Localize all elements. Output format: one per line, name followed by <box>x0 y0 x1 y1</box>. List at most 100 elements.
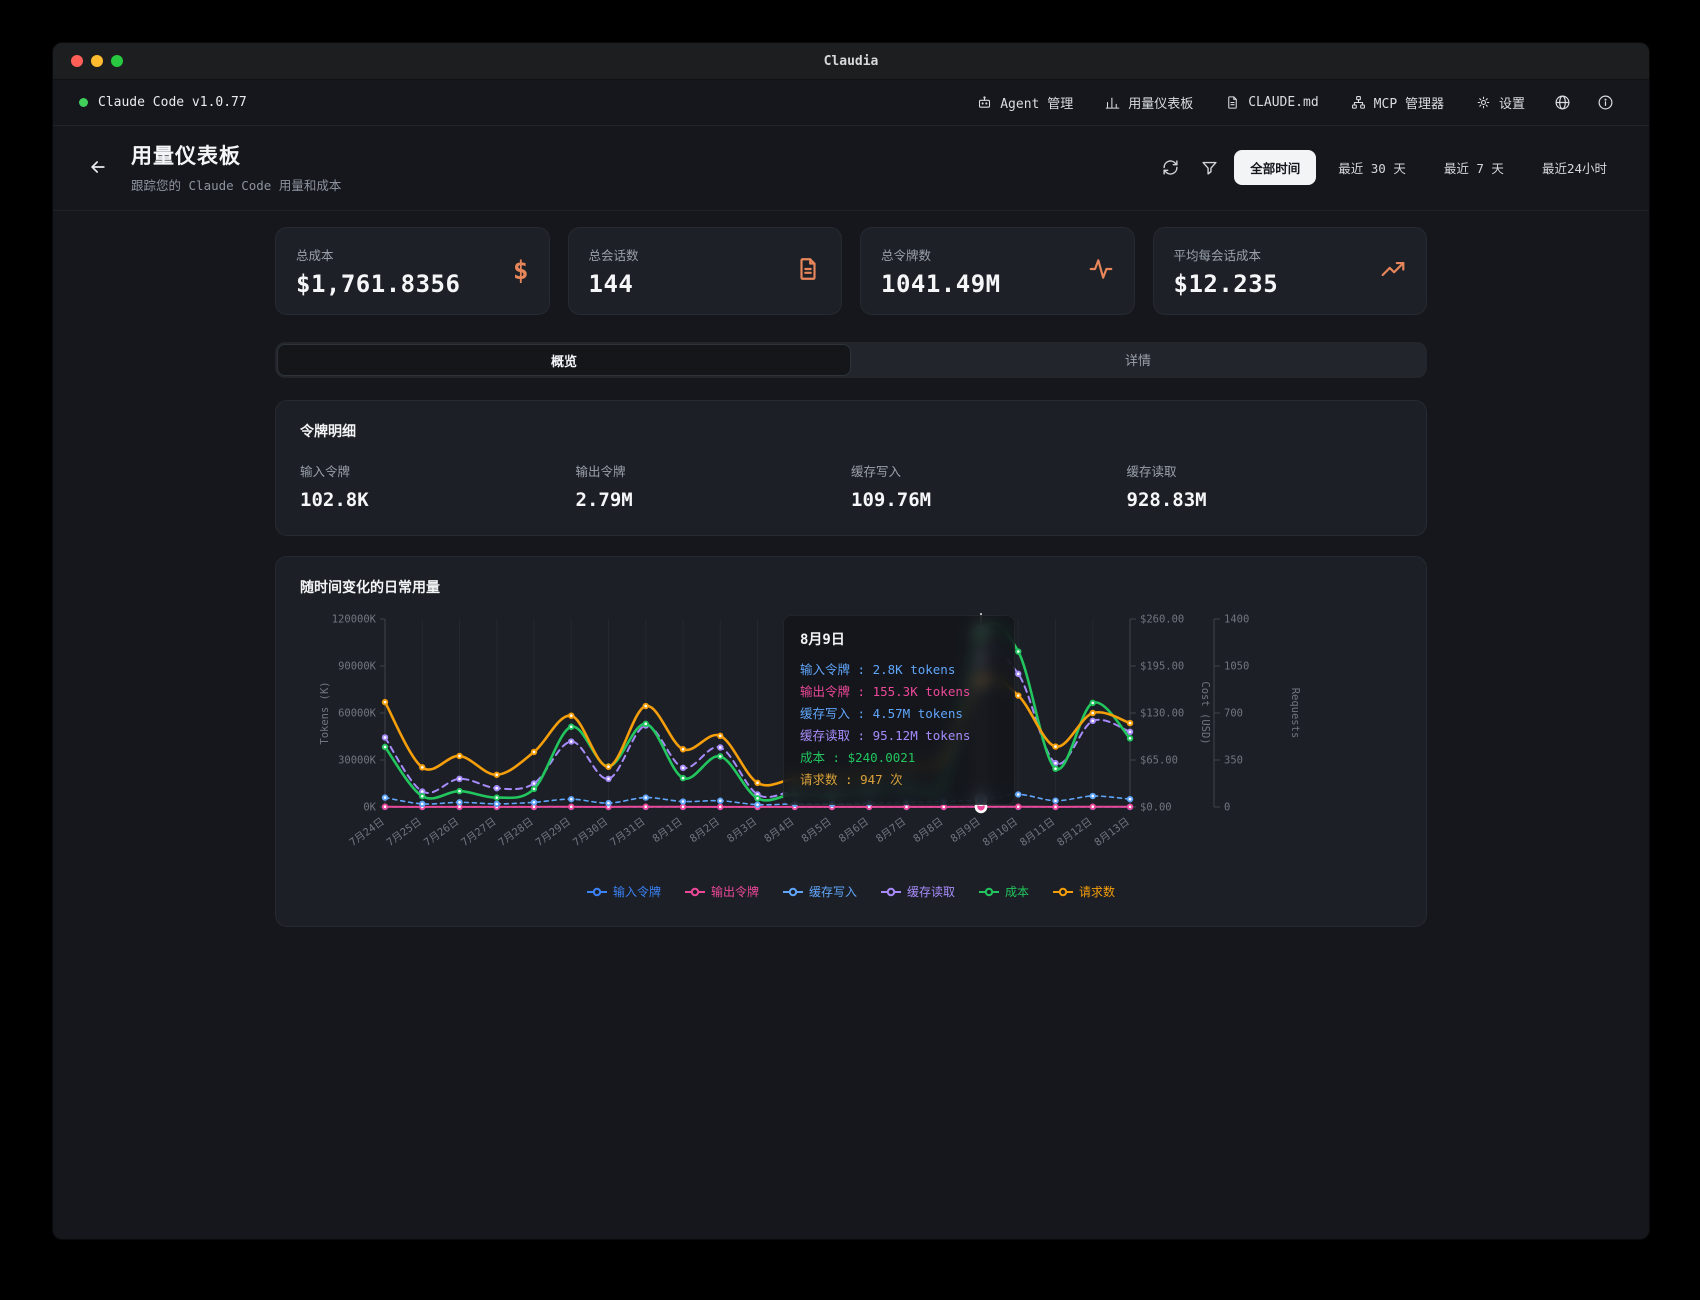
svg-text:7月27日: 7月27日 <box>459 816 498 849</box>
token-label: 缓存读取 <box>1127 461 1403 480</box>
stat-label: 平均每会话成本 <box>1174 245 1279 264</box>
token-value: 2.79M <box>576 489 852 511</box>
dollar-icon: $ <box>513 256 529 286</box>
time-range-2[interactable]: 最近 7 天 <box>1428 150 1520 185</box>
legend-item-成本[interactable]: 成本 <box>979 883 1029 900</box>
legend-label: 输入令牌 <box>613 883 661 900</box>
svg-text:7月25日: 7月25日 <box>385 816 424 849</box>
stat-value: 144 <box>589 270 639 298</box>
view-tabs: 概览详情 <box>275 342 1427 378</box>
svg-text:$65.00: $65.00 <box>1140 755 1178 767</box>
stat-icon <box>1380 256 1406 286</box>
info-button[interactable] <box>1588 87 1623 118</box>
stat-value: 1041.49M <box>881 270 1001 298</box>
token-breakdown-item: 输出令牌 2.79M <box>576 461 852 511</box>
nav-item-usage[interactable]: 用量仪表板 <box>1093 86 1205 119</box>
refresh-button[interactable] <box>1156 153 1185 182</box>
svg-text:$130.00: $130.00 <box>1140 708 1184 720</box>
svg-text:8月4日: 8月4日 <box>762 816 796 845</box>
time-range-0[interactable]: 全部时间 <box>1234 150 1316 185</box>
nodes-icon <box>1351 95 1366 110</box>
tooltip-row: 请求数 : 947 次 <box>800 769 998 791</box>
tab-overview[interactable]: 概览 <box>277 344 851 376</box>
main-content: 总成本 $1,761.8356 $ 总会话数 144 总令牌数 1041.49M… <box>275 227 1427 927</box>
legend-label: 成本 <box>1005 883 1029 900</box>
legend-marker-icon <box>881 887 901 897</box>
svg-text:8月1日: 8月1日 <box>650 816 684 845</box>
stat-label: 总令牌数 <box>881 245 1001 264</box>
token-value: 109.76M <box>851 489 1127 511</box>
stat-card-2: 总令牌数 1041.49M <box>860 227 1135 315</box>
token-value: 928.83M <box>1127 489 1403 511</box>
legend-label: 输出令牌 <box>711 883 759 900</box>
chart-legend: 输入令牌 输出令牌 缓存写入 缓存读取 成本 请求数 <box>300 883 1402 900</box>
nav-item-claude-md[interactable]: CLAUDE.md <box>1213 88 1330 117</box>
legend-marker-icon <box>685 887 705 897</box>
stat-value: $1,761.8356 <box>296 270 460 298</box>
nav-item-label: 设置 <box>1499 93 1525 112</box>
token-breakdown-item: 缓存写入 109.76M <box>851 461 1127 511</box>
svg-text:8月2日: 8月2日 <box>688 816 722 845</box>
nav-item-agents[interactable]: Agent 管理 <box>965 86 1085 119</box>
time-range-1[interactable]: 最近 30 天 <box>1322 150 1422 185</box>
svg-text:Tokens (K): Tokens (K) <box>319 681 331 744</box>
legend-marker-icon <box>587 887 607 897</box>
svg-text:7月24日: 7月24日 <box>347 816 386 849</box>
svg-text:8月11日: 8月11日 <box>1018 816 1057 849</box>
tooltip-row: 输出令牌 : 155.3K tokens <box>800 681 998 703</box>
svg-text:7月28日: 7月28日 <box>496 816 535 849</box>
stat-text: 总成本 $1,761.8356 <box>296 245 460 298</box>
svg-text:120000K: 120000K <box>332 614 377 626</box>
daily-usage-panel: 随时间变化的日常用量 120000K90000K60000K30000K0KTo… <box>275 556 1427 927</box>
nav-item-settings[interactable]: 设置 <box>1464 86 1537 119</box>
refresh-icon <box>1162 159 1179 176</box>
tooltip-row: 缓存写入 : 4.57M tokens <box>800 703 998 725</box>
stat-value: $12.235 <box>1174 270 1279 298</box>
legend-item-请求数[interactable]: 请求数 <box>1053 883 1115 900</box>
time-range-3[interactable]: 最近24小时 <box>1526 150 1623 185</box>
tooltip-row: 输入令牌 : 2.8K tokens <box>800 659 998 681</box>
nav-item-label: CLAUDE.md <box>1248 95 1318 110</box>
svg-text:8月8日: 8月8日 <box>911 816 945 845</box>
svg-text:60000K: 60000K <box>338 708 377 720</box>
svg-text:8月12日: 8月12日 <box>1055 816 1094 849</box>
svg-text:1400: 1400 <box>1224 614 1249 626</box>
svg-text:7月31日: 7月31日 <box>608 816 647 849</box>
bar-chart-icon <box>1105 95 1120 110</box>
app-version-badge: Claude Code v1.0.77 <box>79 95 247 110</box>
language-button[interactable] <box>1545 87 1580 118</box>
tab-details[interactable]: 详情 <box>851 344 1425 374</box>
legend-item-缓存读取[interactable]: 缓存读取 <box>881 883 955 900</box>
nav-item-mcp[interactable]: MCP 管理器 <box>1339 86 1456 119</box>
legend-label: 请求数 <box>1079 883 1115 900</box>
back-button[interactable] <box>79 148 117 186</box>
app-version-label: Claude Code v1.0.77 <box>98 95 247 110</box>
stat-card-3: 平均每会话成本 $12.235 <box>1153 227 1428 315</box>
tooltip-row: 成本 : $240.0021 <box>800 747 998 769</box>
globe-icon <box>1554 94 1571 111</box>
svg-text:8月6日: 8月6日 <box>837 816 871 845</box>
legend-item-缓存写入[interactable]: 缓存写入 <box>783 883 857 900</box>
legend-item-输出令牌[interactable]: 输出令牌 <box>685 883 759 900</box>
svg-text:8月7日: 8月7日 <box>874 816 908 845</box>
gear-icon <box>1476 95 1491 110</box>
legend-marker-icon <box>979 887 999 897</box>
svg-text:1050: 1050 <box>1224 661 1249 673</box>
stat-label: 总会话数 <box>589 245 639 264</box>
legend-label: 缓存读取 <box>907 883 955 900</box>
header-controls: 全部时间最近 30 天最近 7 天最近24小时 <box>1156 150 1623 185</box>
chart-title: 随时间变化的日常用量 <box>300 577 1402 597</box>
chart-tooltip: 8月9日 输入令牌 : 2.8K tokens输出令牌 : 155.3K tok… <box>783 615 1015 805</box>
legend-marker-icon <box>1053 887 1073 897</box>
token-breakdown-item: 输入令牌 102.8K <box>300 461 576 511</box>
filter-button[interactable] <box>1195 153 1224 182</box>
token-breakdown-panel: 令牌明细 输入令牌 102.8K输出令牌 2.79M缓存写入 109.76M缓存… <box>275 400 1427 536</box>
svg-text:8月3日: 8月3日 <box>725 816 759 845</box>
app-header: Claude Code v1.0.77 Agent 管理 用量仪表板 CLAUDE.… <box>53 80 1649 126</box>
stat-card-0: 总成本 $1,761.8356 $ <box>275 227 550 315</box>
stat-text: 总会话数 144 <box>589 245 639 298</box>
legend-item-输入令牌[interactable]: 输入令牌 <box>587 883 661 900</box>
file-icon <box>795 256 821 282</box>
nav-item-label: 用量仪表板 <box>1128 93 1193 112</box>
stat-card-1: 总会话数 144 <box>568 227 843 315</box>
